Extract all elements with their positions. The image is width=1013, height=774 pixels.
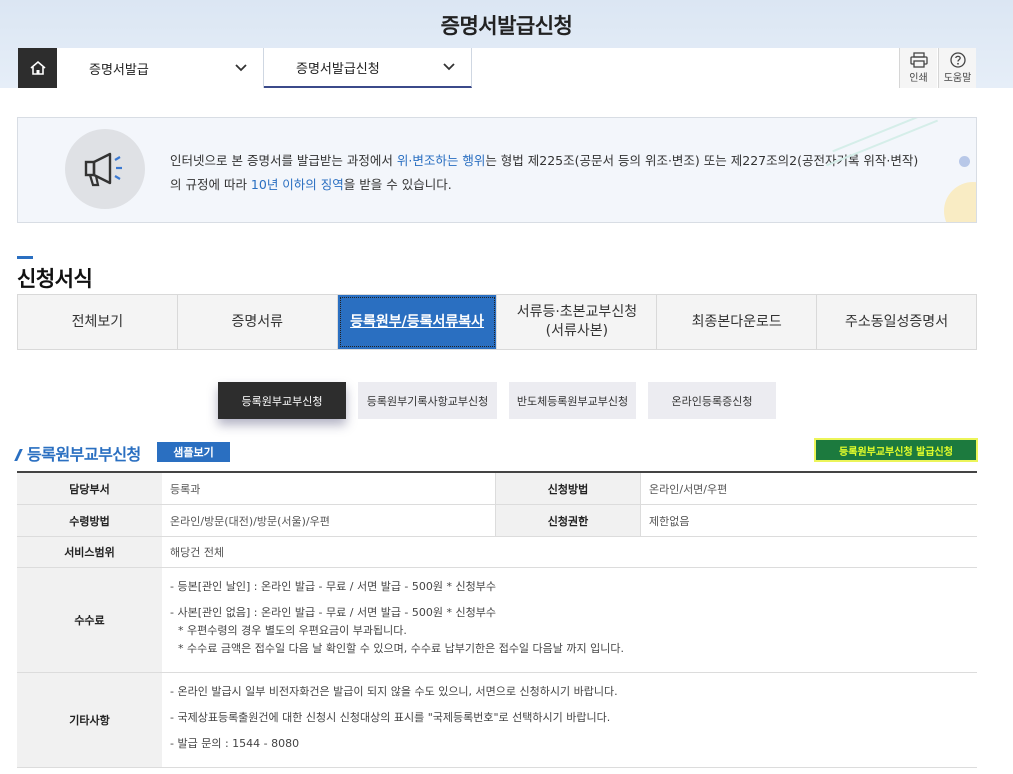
table-row: 기타사항 - 온라인 발급시 일부 비전자화건은 발급이 되지 않을 수도 있으… [17,673,977,768]
chevron-down-icon [441,59,457,75]
table-row: 수수료 - 등본[관인 날인] : 온라인 발급 - 무료 / 서면 발급 - … [17,568,977,673]
tab-all[interactable]: 전체보기 [18,295,178,349]
sub-tabs: 등록원부교부신청 등록원부기록사항교부신청 반도체등록원부교부신청 온라인등록증… [218,382,776,419]
warning-notice: 인터넷으로 본 증명서를 발급받는 과정에서 위·변조하는 행위는 형법 제22… [17,117,977,223]
tab-registry-copy[interactable]: 등록원부/등록서류복사 [337,295,498,349]
table-header-cell: 신청방법 [496,473,641,504]
tab-certificates[interactable]: 증명서류 [178,295,338,349]
apply-issue-button[interactable]: 등록원부교부신청 발급신청 [816,440,976,460]
home-button[interactable] [18,48,57,88]
other-line: - 온라인 발급시 일부 비전자화건은 발급이 되지 않을 수도 있으니, 서면… [170,685,618,698]
contact-line: - 발급 문의 : 1544 - 8080 [170,737,300,750]
tab-label-line1: 서류등·초본교부신청 [516,304,638,320]
table-header-cell: 수수료 [17,568,162,672]
form-title-marker [14,449,23,461]
info-table: 담당부서 등록과 신청방법 온라인/서면/우편 수령방법 온라인/방문(대전)/… [17,471,977,768]
home-icon [29,60,46,75]
print-label: 인쇄 [909,73,928,84]
nav-bar: 증명서발급 증명서발급신청 인쇄 도움말 [18,48,976,88]
table-row: 수령방법 온라인/방문(대전)/방문(서울)/우편 신청권한 제한없음 [17,505,977,537]
table-header-cell: 담당부서 [17,473,162,504]
table-header-cell: 기타사항 [17,673,162,767]
question-circle-icon [949,52,966,68]
chevron-down-icon [233,60,249,76]
subtab-registry-record-issue[interactable]: 등록원부기록사항교부신청 [358,382,497,419]
notice-text-part: 인터넷으로 본 증명서를 발급받는 과정에서 [170,153,397,168]
notice-text-part: 을 받을 수 있습니다. [343,177,452,192]
section-title: 신청서식 [17,267,93,291]
other-line: - 국제상표등록출원건에 대한 신청시 신청대상의 표시를 "국제등록번호"로 … [170,711,611,724]
sample-view-button[interactable]: 샘플보기 [157,442,230,462]
table-cell: 제한없음 [649,514,690,528]
table-header-cell: 서비스범위 [17,537,162,567]
decoration-circle [944,182,976,222]
tab-label-line2: (서류사본) [545,323,609,339]
help-button[interactable]: 도움말 [938,48,976,88]
printer-icon [909,52,928,68]
fee-details: - 등본[관인 날인] : 온라인 발급 - 무료 / 서면 발급 - 500원… [162,568,977,672]
notice-highlight: 위·변조하는 행위 [396,153,486,168]
nav-item-label: 증명서발급신청 [296,61,380,77]
page-title: 증명서발급신청 [440,14,573,38]
table-row: 담당부서 등록과 신청방법 온라인/서면/우편 [17,473,977,505]
notice-highlight: 10년 이하의 징역 [250,177,344,192]
fee-line: - 등본[관인 날인] : 온라인 발급 - 무료 / 서면 발급 - 500원… [170,580,496,593]
decoration-dot [959,156,970,167]
megaphone-icon [84,152,122,187]
table-cell: 온라인/방문(대전)/방문(서울)/우편 [162,505,496,536]
nav-item-label: 증명서발급 [89,62,149,78]
nav-dropdown-certificate-apply[interactable]: 증명서발급신청 [264,48,472,88]
other-details: - 온라인 발급시 일부 비전자화건은 발급이 되지 않을 수도 있으니, 서면… [162,673,977,767]
header-band: 증명서발급신청 증명서발급 증명서발급신청 인쇄 도움말 [0,0,1013,88]
subtab-online-registration[interactable]: 온라인등록증신청 [648,382,776,419]
fee-note: * 수수료 금액은 접수일 다음 날 확인할 수 있으며, 수수료 납부기한은 … [178,642,625,655]
help-label: 도움말 [943,73,972,84]
subtab-registry-issue[interactable]: 등록원부교부신청 [218,382,346,419]
form-title: 등록원부교부신청 [27,445,141,464]
nav-dropdown-certificate-issue[interactable]: 증명서발급 [57,48,264,88]
tab-final-download[interactable]: 최종본다운로드 [657,295,818,349]
fee-line: - 사본[관인 없음] : 온라인 발급 - 무료 / 서면 발급 - 500원… [170,606,496,619]
fee-note: * 우편수령의 경우 별도의 우편요금이 부과됩니다. [178,624,407,637]
table-cell: 온라인/서면/우편 [649,482,728,496]
table-header-cell: 수령방법 [17,505,162,536]
tab-document-copy[interactable]: 서류등·초본교부신청 (서류사본) [497,295,658,349]
main-tabs: 전체보기 증명서류 등록원부/등록서류복사 서류등·초본교부신청 (서류사본) … [17,294,977,350]
section-title-accent [17,256,33,259]
notice-text-part: 의 규정에 따라 [170,177,251,192]
subtab-semiconductor-registry-issue[interactable]: 반도체등록원부교부신청 [509,382,636,419]
tab-address-identity[interactable]: 주소동일성증명서 [817,295,976,349]
table-row: 서비스범위 해당건 전체 [17,537,977,568]
table-cell: 해당건 전체 [170,546,225,559]
notice-icon-circle [65,129,145,209]
print-button[interactable]: 인쇄 [899,48,937,88]
notice-text: 인터넷으로 본 증명서를 발급받는 과정에서 위·변조하는 행위는 형법 제22… [170,149,940,197]
table-cell: 등록과 [162,473,496,504]
table-header-cell: 신청권한 [496,505,641,536]
